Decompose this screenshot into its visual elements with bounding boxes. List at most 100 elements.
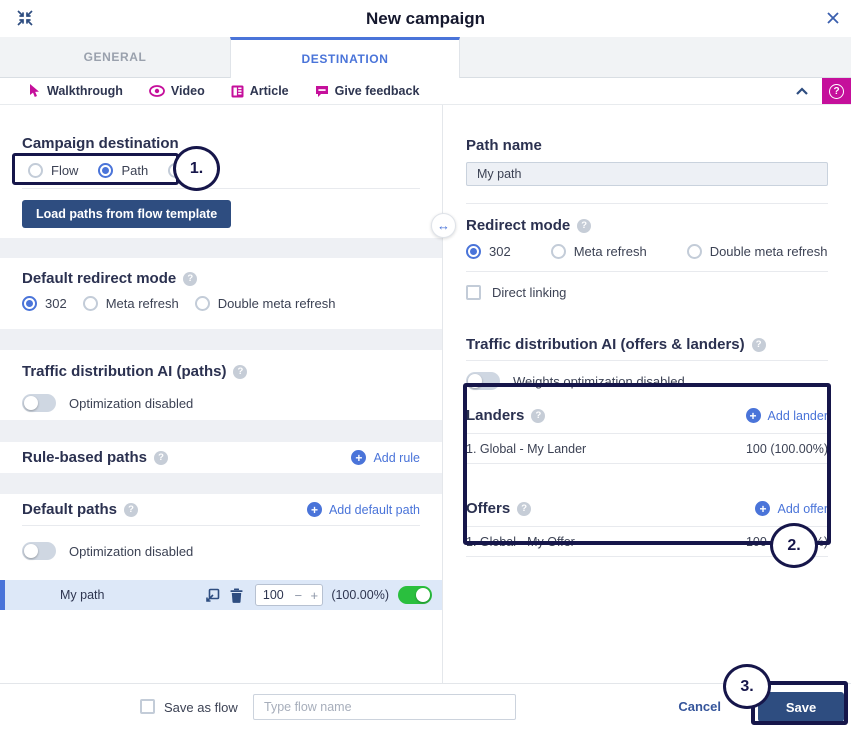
lander-row[interactable]: 1. Global - My Lander 100 (100.00%) xyxy=(466,434,828,464)
help-icon[interactable]: ? xyxy=(531,409,545,423)
radio-path-label: Path xyxy=(121,163,148,178)
radio-double-meta-refresh[interactable]: Double meta refresh xyxy=(687,244,828,259)
section-gap xyxy=(0,329,442,350)
radio-302-icon xyxy=(466,244,481,259)
weights-optimization-toggle[interactable] xyxy=(466,372,500,390)
video-link[interactable]: Video xyxy=(149,84,205,98)
plus-icon: + xyxy=(755,501,770,516)
article-icon xyxy=(231,85,244,98)
plus-button[interactable]: + xyxy=(306,588,322,603)
redirect-mode-title: Redirect mode xyxy=(466,217,570,234)
add-default-path-link[interactable]: + Add default path xyxy=(307,502,420,517)
trash-icon[interactable] xyxy=(230,588,243,603)
radio-meta-refresh[interactable]: Meta refresh xyxy=(551,244,647,259)
radio-path-icon xyxy=(98,163,113,178)
optimization-toggle[interactable] xyxy=(22,394,56,412)
feedback-bubble-icon xyxy=(315,85,329,98)
direct-linking-checkbox-row[interactable]: Direct linking xyxy=(466,285,828,300)
offer-name: 1. Global - My Offer xyxy=(466,535,575,549)
feedback-label: Give feedback xyxy=(335,84,420,98)
walkthrough-link[interactable]: Walkthrough xyxy=(28,84,123,98)
tab-general[interactable]: GENERAL xyxy=(0,37,230,77)
radio-meta-refresh-label: Meta refresh xyxy=(574,244,647,259)
save-button[interactable]: Save xyxy=(758,692,844,722)
radio-url-label: URL xyxy=(191,163,217,178)
optimization-toggle[interactable] xyxy=(22,542,56,560)
radio-path[interactable]: Path xyxy=(98,163,148,178)
section-gap xyxy=(0,238,442,258)
radio-double-meta-refresh-label: Double meta refresh xyxy=(218,296,336,311)
lander-weight: 100 (100.00%) xyxy=(746,442,828,456)
radio-302-label: 302 xyxy=(489,244,511,259)
add-offer-link[interactable]: + Add offer xyxy=(755,501,828,516)
help-icon[interactable]: ? xyxy=(517,502,531,516)
cursor-icon xyxy=(28,84,41,98)
rule-based-paths-title: Rule-based paths xyxy=(22,449,147,466)
help-icon[interactable]: ? xyxy=(183,272,197,286)
article-link[interactable]: Article xyxy=(231,84,289,98)
direct-linking-checkbox[interactable] xyxy=(466,285,481,300)
rule-based-paths-section: Rule-based paths ? + Add rule xyxy=(0,442,442,473)
help-icon[interactable]: ? xyxy=(154,451,168,465)
close-icon[interactable] xyxy=(823,8,843,28)
add-rule-link[interactable]: + Add rule xyxy=(351,450,420,465)
load-paths-button[interactable]: Load paths from flow template xyxy=(22,200,231,228)
minus-button[interactable]: − xyxy=(290,588,306,603)
radio-url[interactable]: URL xyxy=(168,163,217,178)
dialog-body: Campaign destination Flow Path URL xyxy=(0,105,851,683)
traffic-ai-paths-title: Traffic distribution AI (paths) xyxy=(22,363,226,380)
collapse-icon[interactable] xyxy=(16,9,34,27)
radio-meta-refresh-label: Meta refresh xyxy=(106,296,179,311)
landers-header: Landers ? + Add lander xyxy=(466,407,828,434)
radio-302[interactable]: 302 xyxy=(466,244,511,259)
radio-flow[interactable]: Flow xyxy=(28,163,78,178)
offers-header: Offers ? + Add offer xyxy=(466,500,828,527)
radio-302[interactable]: 302 xyxy=(22,296,67,311)
give-feedback-link[interactable]: Give feedback xyxy=(315,84,420,98)
eye-icon xyxy=(149,85,165,97)
duplicate-icon[interactable] xyxy=(205,588,220,603)
path-name-label: Path name xyxy=(466,137,828,154)
path-name-input[interactable] xyxy=(466,162,828,186)
divider xyxy=(466,360,828,361)
radio-flow-icon xyxy=(28,163,43,178)
section-gap xyxy=(0,473,442,494)
path-name: My path xyxy=(60,588,205,602)
help-icon[interactable]: ? xyxy=(752,338,766,352)
add-lander-label: Add lander xyxy=(768,409,828,423)
help-icon[interactable]: ? xyxy=(577,219,591,233)
lander-name: 1. Global - My Lander xyxy=(466,442,586,456)
section-gap xyxy=(0,420,442,442)
tab-strip: GENERAL DESTINATION xyxy=(0,37,851,78)
weight-stepper[interactable]: 100 − + xyxy=(255,584,323,606)
dialog-title: New campaign xyxy=(366,9,485,29)
help-icon[interactable]: ? xyxy=(233,365,247,379)
add-lander-link[interactable]: + Add lander xyxy=(746,408,828,423)
default-paths-section: Default paths ? + Add default path Optim… xyxy=(0,494,442,683)
help-button[interactable]: ? xyxy=(822,78,851,104)
flow-name-input[interactable] xyxy=(253,694,516,720)
dialog-footer: Save as flow Cancel Save xyxy=(0,683,851,729)
add-offer-label: Add offer xyxy=(777,502,828,516)
divider xyxy=(466,271,828,272)
path-row[interactable]: My path xyxy=(0,580,442,610)
radio-meta-refresh[interactable]: Meta refresh xyxy=(83,296,179,311)
path-enabled-toggle[interactable] xyxy=(398,586,432,604)
radio-double-meta-refresh[interactable]: Double meta refresh xyxy=(195,296,336,311)
tab-destination[interactable]: DESTINATION xyxy=(230,37,460,78)
offer-row[interactable]: 1. Global - My Offer 100 (100.00%) xyxy=(466,527,828,557)
column-resize-handle[interactable]: ↔ xyxy=(431,213,456,238)
offer-weight: 100 (100.00%) xyxy=(746,535,828,549)
radio-flow-label: Flow xyxy=(51,163,78,178)
add-rule-label: Add rule xyxy=(373,451,420,465)
save-as-flow-checkbox[interactable] xyxy=(140,699,155,714)
cancel-button[interactable]: Cancel xyxy=(678,699,721,714)
help-icon[interactable]: ? xyxy=(124,503,138,517)
chevron-up-icon[interactable] xyxy=(795,86,809,96)
path-percent: (100.00%) xyxy=(331,588,389,602)
spacer xyxy=(466,464,828,500)
traffic-ai-offers-title: Traffic distribution AI (offers & lander… xyxy=(466,336,745,353)
campaign-destination-title: Campaign destination xyxy=(22,135,420,152)
plus-icon: + xyxy=(307,502,322,517)
default-redirect-mode-section: Default redirect mode ? 302 Meta refresh… xyxy=(0,258,442,329)
